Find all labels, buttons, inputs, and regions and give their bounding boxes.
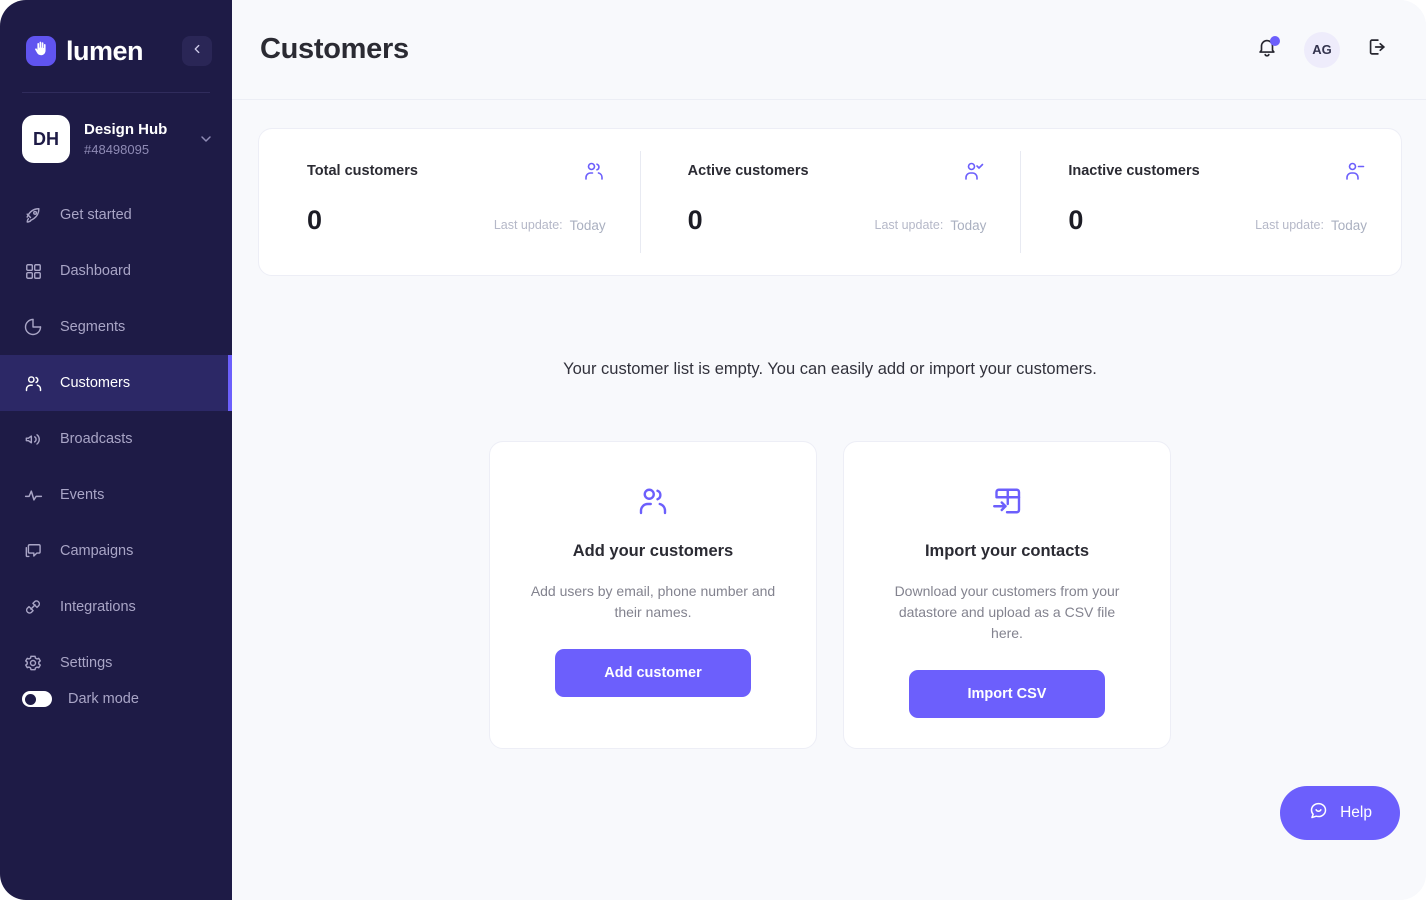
- sidebar-item-label: Settings: [60, 655, 113, 671]
- app-window: lumen DH Design Hub #48498095 Get starte…: [0, 0, 1426, 900]
- lumen-logo: [26, 36, 56, 66]
- empty-state-cards: Add your customers Add users by email, p…: [489, 441, 1171, 749]
- sidebar-item-get-started[interactable]: Get started: [0, 187, 232, 243]
- users-icon: [582, 159, 606, 183]
- sidebar-item-label: Campaigns: [60, 543, 134, 559]
- sidebar-item-label: Customers: [60, 375, 131, 391]
- message-icon: [22, 540, 44, 562]
- top-bar: Customers AG: [232, 0, 1426, 100]
- stat-label: Active customers: [687, 163, 809, 179]
- sidebar-item-dashboard[interactable]: Dashboard: [0, 243, 232, 299]
- page-title: Customers: [260, 33, 409, 65]
- stat-update-value: Today: [950, 218, 987, 233]
- sidebar-item-segments[interactable]: Segments: [0, 299, 232, 355]
- stat-total-customers: Total customers 0 Last update: Today: [259, 129, 640, 275]
- sidebar-nav: Get started Dashboard Segments Customers…: [0, 187, 232, 691]
- stat-update-label: Last update:: [1255, 218, 1324, 232]
- dark-mode-toggle[interactable]: Dark mode: [0, 691, 232, 781]
- users-icon: [635, 482, 671, 520]
- stat-last-update: Last update: Today: [875, 218, 987, 233]
- logout-button[interactable]: [1362, 35, 1392, 65]
- main-area: Customers AG Total customers 0 Last upda…: [232, 0, 1426, 900]
- user-minus-icon: [1343, 159, 1367, 183]
- workspace-id: #48498095: [84, 142, 150, 157]
- sidebar-item-label: Get started: [60, 207, 132, 223]
- notifications-button[interactable]: [1252, 35, 1282, 65]
- workspace-avatar: DH: [22, 115, 70, 163]
- stat-update-label: Last update:: [874, 218, 944, 232]
- sidebar-item-customers[interactable]: Customers: [0, 355, 232, 411]
- stat-label: Inactive customers: [1068, 163, 1200, 179]
- sidebar-item-label: Segments: [60, 319, 126, 335]
- gear-icon: [22, 652, 44, 674]
- sidebar-item-label: Dashboard: [60, 263, 131, 279]
- stat-label: Total customers: [307, 163, 418, 179]
- brand-row: lumen: [0, 0, 232, 66]
- sidebar-item-events[interactable]: Events: [0, 467, 232, 523]
- user-check-icon: [962, 159, 986, 183]
- chevron-left-icon: [190, 42, 204, 61]
- card-title: Import your contacts: [924, 542, 1090, 560]
- brand-name: lumen: [66, 35, 144, 66]
- stat-update-value: Today: [1330, 218, 1368, 233]
- users-icon: [22, 372, 44, 394]
- sidebar-item-campaigns[interactable]: Campaigns: [0, 523, 232, 579]
- page-content: Total customers 0 Last update: Today Act…: [232, 100, 1426, 900]
- workspace-name: Design Hub: [84, 121, 168, 138]
- user-avatar[interactable]: AG: [1304, 31, 1340, 68]
- table-import-icon: [989, 482, 1025, 520]
- logout-icon: [1366, 36, 1388, 63]
- stat-inactive-customers: Inactive customers 0 Last update: Today: [1020, 129, 1401, 275]
- sidebar-item-settings[interactable]: Settings: [0, 635, 232, 691]
- toggle-switch[interactable]: [22, 691, 52, 707]
- stat-active-customers: Active customers 0 Last update: Today: [639, 129, 1021, 275]
- card-description: Add users by email, phone number and the…: [530, 583, 776, 620]
- empty-state-message: Your customer list is empty. You can eas…: [563, 360, 1097, 378]
- stat-value: 0: [307, 205, 323, 235]
- add-customers-card: Add your customers Add users by email, p…: [489, 441, 817, 749]
- help-label: Help: [1340, 804, 1372, 821]
- pie-chart-icon: [22, 316, 44, 338]
- hand-palm-icon: [32, 40, 50, 63]
- stat-value: 0: [687, 205, 703, 235]
- plug-icon: [22, 596, 44, 618]
- stat-value: 0: [1068, 205, 1084, 235]
- speaker-icon: [22, 428, 44, 450]
- grid-icon: [22, 260, 44, 282]
- sidebar-collapse-button[interactable]: [182, 36, 212, 66]
- import-contacts-card: Import your contacts Download your custo…: [843, 441, 1171, 749]
- chevron-down-icon: [198, 131, 214, 147]
- card-description: Download your customers from your datast…: [894, 583, 1120, 641]
- sidebar-item-integrations[interactable]: Integrations: [0, 579, 232, 635]
- chat-smile-icon: [1308, 800, 1329, 826]
- import-csv-button[interactable]: Import CSV: [909, 670, 1105, 718]
- stat-last-update: Last update: Today: [1255, 218, 1367, 233]
- notification-dot: [1270, 35, 1280, 46]
- top-bar-actions: AG: [1252, 31, 1392, 68]
- workspace-switcher[interactable]: DH Design Hub #48498095: [0, 93, 232, 163]
- help-button[interactable]: Help: [1280, 786, 1400, 840]
- card-title: Add your customers: [572, 542, 734, 560]
- sidebar-item-label: Broadcasts: [60, 431, 133, 447]
- empty-state: Your customer list is empty. You can eas…: [258, 360, 1402, 749]
- activity-icon: [22, 484, 44, 506]
- sidebar: lumen DH Design Hub #48498095 Get starte…: [0, 0, 232, 900]
- add-customer-button[interactable]: Add customer: [555, 649, 751, 697]
- stat-update-label: Last update:: [493, 218, 563, 232]
- sidebar-item-label: Events: [60, 487, 105, 503]
- sidebar-item-label: Integrations: [60, 599, 136, 615]
- stats-summary-card: Total customers 0 Last update: Today Act…: [258, 128, 1402, 276]
- stat-last-update: Last update: Today: [494, 218, 606, 233]
- dark-mode-label: Dark mode: [68, 691, 139, 707]
- stat-update-value: Today: [569, 218, 606, 233]
- rocket-icon: [22, 204, 44, 226]
- sidebar-item-broadcasts[interactable]: Broadcasts: [0, 411, 232, 467]
